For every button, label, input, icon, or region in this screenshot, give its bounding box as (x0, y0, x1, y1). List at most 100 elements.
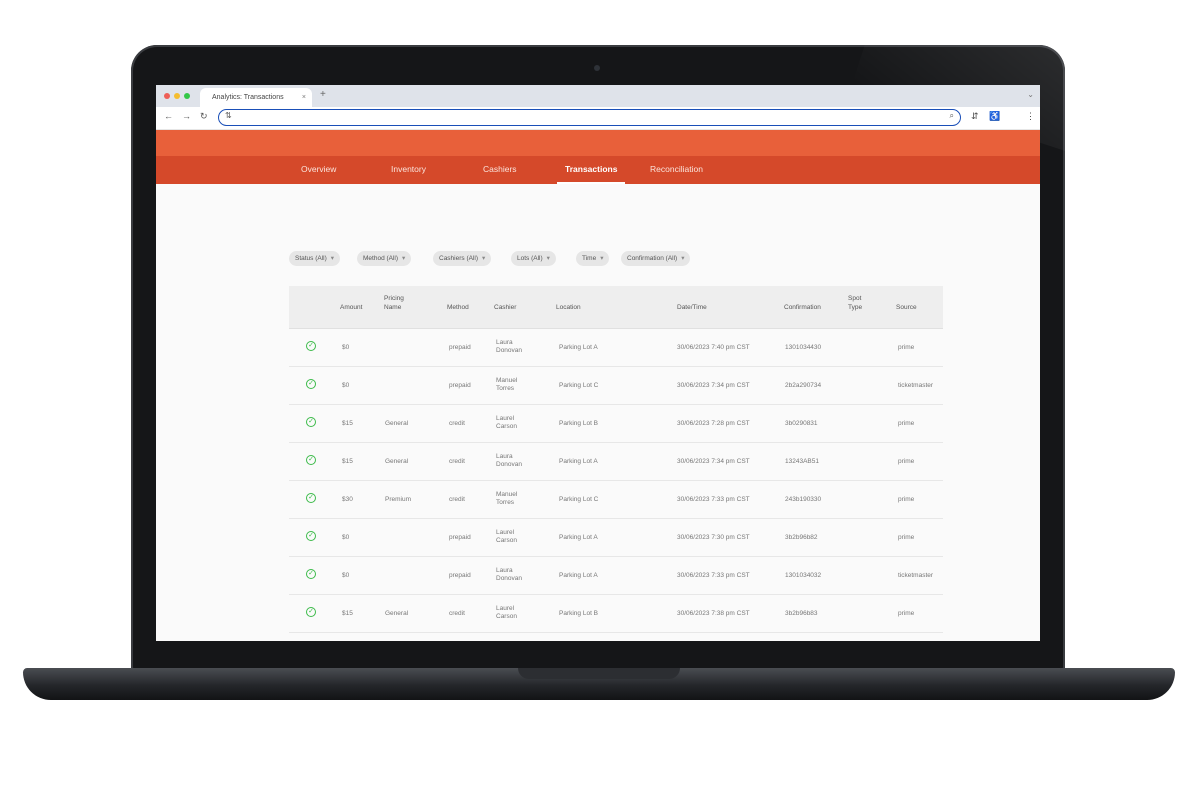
table-row[interactable]: ✓$0prepaidLaura DonovanParking Lot A30/0… (289, 557, 943, 595)
site-info-icon[interactable]: ⇅ (225, 111, 232, 120)
cell-cashier: Laura Donovan (496, 453, 523, 468)
cell-location: Parking Lot A (559, 572, 598, 579)
search-icon[interactable]: ⌕ (950, 111, 954, 121)
address-bar[interactable]: ⇅ ⌕ (218, 109, 961, 126)
laptop-base (23, 668, 1175, 700)
table-row[interactable]: ✓ $15 General credit Laurel Carson Parking Lo… (289, 595, 943, 633)
more-menu-icon[interactable]: ⋮ (1026, 111, 1035, 122)
status-check-icon: ✓ (306, 341, 316, 351)
table-header: Amount Pricing Name Method Cashier Locat… (289, 286, 943, 329)
new-tab-icon[interactable]: + (320, 89, 326, 100)
cell-confirmation: 13243AB51 (785, 458, 819, 465)
cell-amount: $0 (342, 572, 350, 579)
cell-location: Parking Lot C (559, 382, 599, 389)
cell-location: Parking Lot C (559, 496, 599, 503)
col-datetime[interactable]: Date/Time (677, 303, 707, 312)
laptop-screen: Analytics: Transactions × + ⌄ ← → ↻ ⇅ ⌕ … (156, 85, 1040, 641)
cell-source: prime (898, 610, 915, 617)
reload-icon[interactable]: ↻ (200, 111, 208, 122)
filter-confirmation[interactable]: Confirmation (All) ▾ (621, 251, 691, 266)
cell-location: Parking Lot B (559, 420, 599, 427)
table-row[interactable]: ✓ $15 General credit Laura Donovan Parking Lo… (289, 443, 943, 481)
cell-datetime: 30/06/2023 7:34 pm CST (677, 382, 750, 389)
browser-tabbar: Analytics: Transactions × + ⌄ (156, 85, 1040, 107)
minimize-window-icon[interactable] (174, 93, 180, 99)
filter-method[interactable]: Method (All) ▾ (357, 251, 412, 266)
cell-cashier: Laura Donovan (496, 339, 523, 354)
status-check-icon: ✓ (306, 607, 316, 617)
cell-source: prime (898, 534, 915, 541)
status-check-icon: ✓ (306, 531, 316, 541)
accessibility-icon[interactable]: ♿ (989, 111, 1000, 122)
table-row[interactable]: ✓ $0 prepaid Laura Donovan Parking Lot A 30/0… (289, 329, 943, 367)
cell-pricing: General (385, 610, 409, 617)
cell-source: prime (898, 496, 915, 503)
tab-transactions[interactable]: Transactions (557, 156, 626, 184)
chevron-down-icon: ▾ (681, 255, 685, 262)
table-row[interactable]: ✓ $15 General credit Laurel Carson Parking Lo… (289, 405, 943, 443)
cell-datetime: 30/06/2023 7:38 pm CST (677, 610, 750, 617)
filter-lots[interactable]: Lots (All) ▾ (511, 251, 556, 266)
cell-pricing: General (385, 420, 409, 427)
extensions-icon[interactable]: ⇵ (971, 111, 979, 122)
table-row[interactable]: ✓$0prepaidLaura DonovanParking Lot A30/0… (289, 633, 943, 641)
cell-amount: $15 (342, 610, 353, 617)
cell-cashier: Manuel Torres (496, 377, 518, 392)
cell-location: Parking Lot A (559, 458, 598, 465)
col-spot-type[interactable]: Spot Type (848, 294, 870, 312)
cell-source: prime (898, 420, 915, 427)
cell-confirmation: 3b2b96b82 (785, 534, 818, 541)
col-source[interactable]: Source (896, 303, 917, 312)
cell-amount: $0 (342, 344, 350, 351)
close-window-icon[interactable] (164, 93, 170, 99)
cell-method: credit (449, 610, 465, 617)
forward-icon[interactable]: → (182, 111, 191, 121)
cell-cashier: Laura Donovan (496, 567, 523, 582)
cell-confirmation: 1301034430 (785, 344, 822, 351)
table-row[interactable]: ✓ $30 Premium credit Manuel Torres Parking Lo… (289, 481, 943, 519)
filter-cashiers[interactable]: Cashiers (All) ▾ (433, 251, 492, 266)
col-method[interactable]: Method (447, 303, 469, 312)
col-location[interactable]: Location (556, 303, 581, 312)
cell-cashier: Laurel Carson (496, 605, 517, 620)
tab-overview[interactable]: Overview (301, 156, 336, 184)
cell-location: Parking Lot A (559, 344, 598, 351)
tab-inventory[interactable]: Inventory (391, 156, 426, 184)
status-check-icon: ✓ (306, 493, 316, 503)
cell-source: ticketmaster (898, 572, 934, 579)
laptop-notch (518, 668, 680, 679)
status-check-icon: ✓ (306, 455, 316, 465)
cell-source: ticketmaster (898, 382, 934, 389)
status-check-icon: ✓ (306, 417, 316, 427)
tab-cashiers[interactable]: Cashiers (483, 156, 517, 184)
col-pricing-name[interactable]: Pricing Name (384, 294, 418, 312)
table-row[interactable]: ✓ $0 prepaid Manuel Torres Parking Lot C 30/0… (289, 367, 943, 405)
cell-confirmation: 2b2a290734 (785, 382, 822, 389)
cell-method: prepaid (449, 382, 471, 389)
cell-pricing: General (385, 458, 409, 465)
table-row[interactable]: ✓ $0 prepaid Laurel Carson Parking Lot A 30/0… (289, 519, 943, 557)
col-cashier[interactable]: Cashier (494, 303, 516, 312)
cell-location: Parking Lot A (559, 534, 598, 541)
tab-reconciliation[interactable]: Reconciliation (650, 156, 703, 184)
cell-method: credit (449, 420, 465, 427)
close-tab-icon[interactable]: × (302, 88, 306, 107)
browser-toolbar: ← → ↻ ⇅ ⌕ ⇵ ♿ ⋮ (156, 107, 1040, 130)
tab-menu-icon[interactable]: ⌄ (1027, 90, 1034, 99)
browser-tab[interactable]: Analytics: Transactions × (200, 88, 312, 107)
filter-time[interactable]: Time ▾ (576, 251, 610, 266)
maximize-window-icon[interactable] (184, 93, 190, 99)
cell-cashier: Manuel Torres (496, 491, 518, 506)
col-amount[interactable]: Amount (340, 303, 362, 312)
cell-amount: $15 (342, 420, 353, 427)
filter-status[interactable]: Status (All) ▾ (289, 251, 341, 266)
cell-method: prepaid (449, 344, 471, 351)
cell-datetime: 30/06/2023 7:30 pm CST (677, 534, 750, 541)
cell-method: credit (449, 496, 465, 503)
back-icon[interactable]: ← (164, 111, 173, 121)
cell-cashier: Laurel Carson (496, 529, 517, 544)
cell-datetime: 30/06/2023 7:40 pm CST (677, 344, 750, 351)
col-confirmation[interactable]: Confirmation (784, 303, 821, 312)
cell-confirmation: 3b0290831 (785, 420, 818, 427)
cell-amount: $30 (342, 496, 353, 503)
